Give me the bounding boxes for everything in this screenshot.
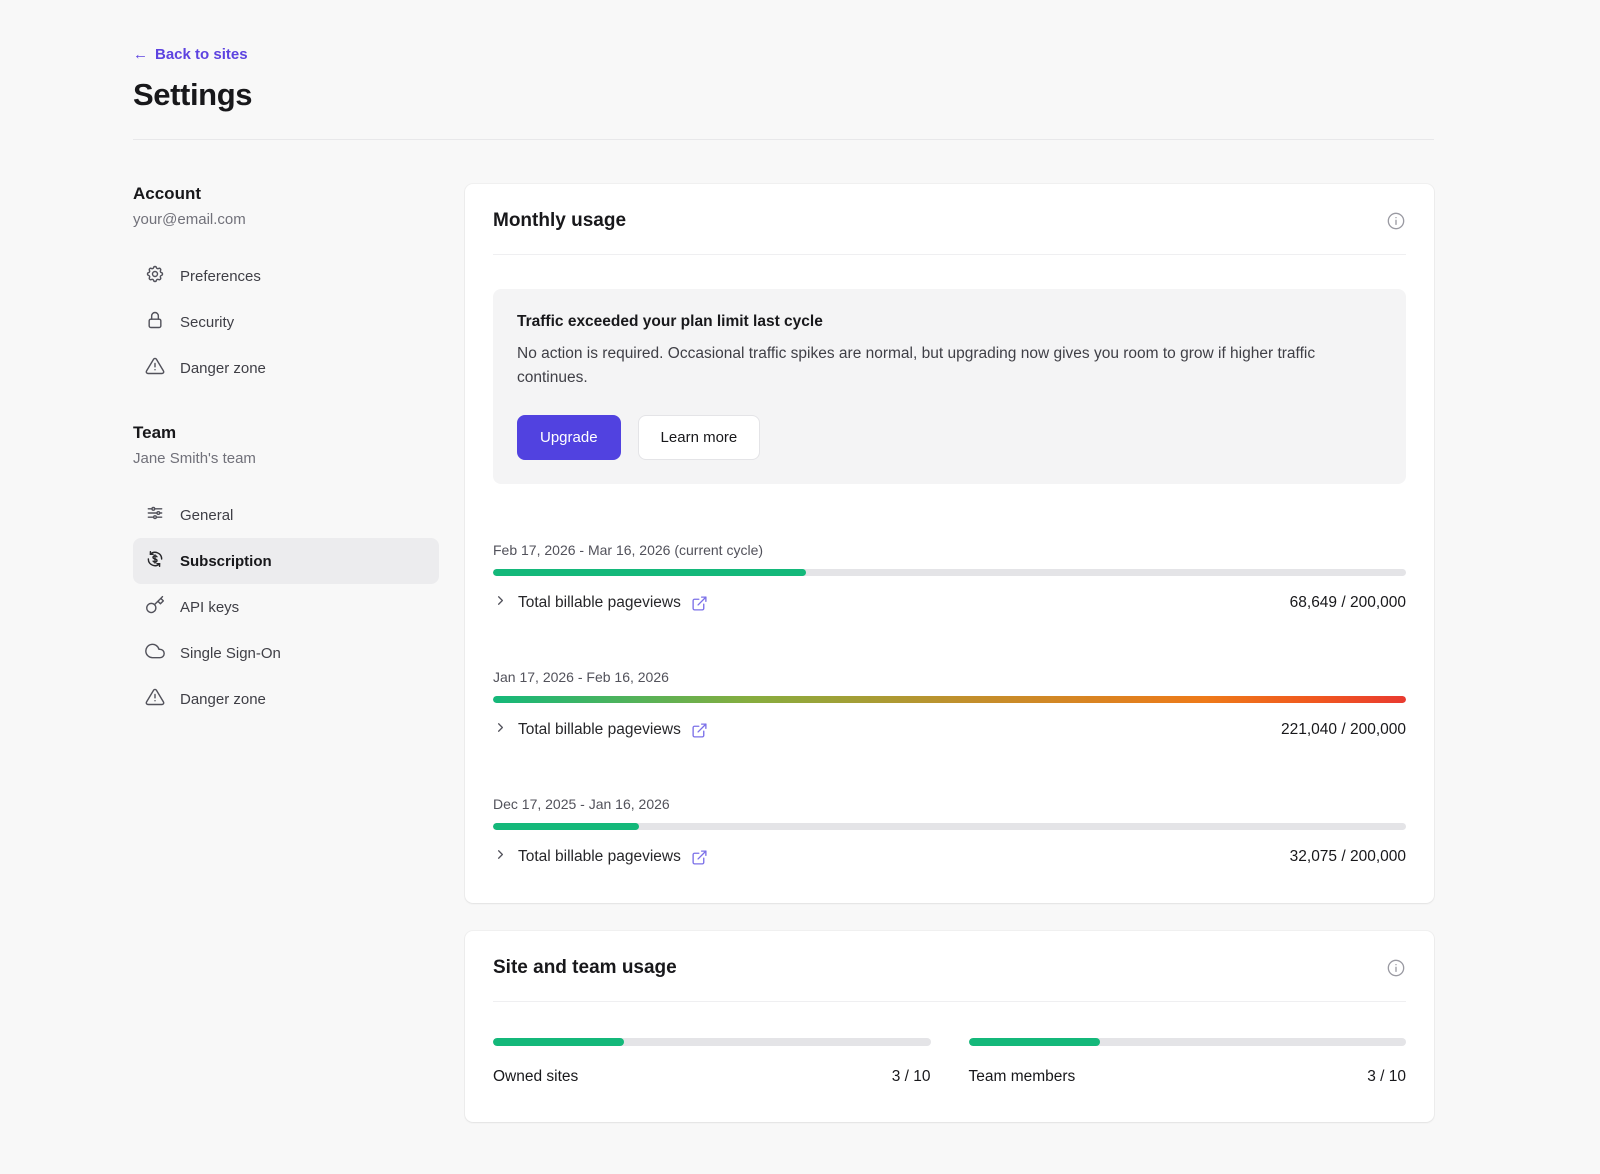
usage-progress-track	[493, 569, 1406, 576]
page-container: ← Back to sites Settings Account your@em…	[133, 0, 1434, 1174]
sidebar-item-label: Security	[180, 314, 234, 331]
page-header: ← Back to sites Settings	[133, 0, 1434, 140]
meter-value: 3 / 10	[892, 1068, 931, 1086]
site-team-usage-card: Site and team usage Owned sites 3 / 10	[465, 931, 1434, 1122]
chevron-right-icon	[493, 593, 508, 613]
sidebar-item-single-sign-on[interactable]: Single Sign-On	[133, 630, 439, 676]
back-to-sites-link[interactable]: ← Back to sites	[133, 46, 248, 63]
meter-value: 3 / 10	[1367, 1068, 1406, 1086]
external-link-icon[interactable]	[691, 595, 708, 612]
monthly-usage-card: Monthly usage Traffic exceeded your plan…	[465, 184, 1434, 903]
info-icon[interactable]	[1386, 211, 1406, 231]
chevron-right-icon	[493, 847, 508, 867]
external-link-icon[interactable]	[691, 849, 708, 866]
meter-track	[969, 1038, 1407, 1046]
cycle-period: Jan 17, 2026 - Feb 16, 2026	[493, 669, 1406, 685]
sidebar-item-preferences[interactable]: Preferences	[133, 253, 439, 299]
team-members-meter: Team members 3 / 10	[969, 1038, 1407, 1086]
usage-cycle-current: Feb 17, 2026 - Mar 16, 2026 (current cyc…	[493, 542, 1406, 613]
cloud-icon	[145, 641, 165, 665]
total-billable-pageviews-toggle[interactable]: Total billable pageviews	[493, 720, 708, 740]
card-divider	[493, 1001, 1406, 1002]
account-email: your@email.com	[133, 211, 439, 228]
meter-track	[493, 1038, 931, 1046]
cycle-period: Dec 17, 2025 - Jan 16, 2026	[493, 796, 1406, 812]
sidebar-item-label: Preferences	[180, 268, 261, 285]
team-heading: Team	[133, 423, 439, 443]
traffic-exceeded-notice: Traffic exceeded your plan limit last cy…	[493, 289, 1406, 484]
account-heading: Account	[133, 184, 439, 204]
usage-cycle-previous: Jan 17, 2026 - Feb 16, 2026 Total billab…	[493, 669, 1406, 740]
notice-body: No action is required. Occasional traffi…	[517, 342, 1382, 390]
cycle-period: Feb 17, 2026 - Mar 16, 2026 (current cyc…	[493, 542, 1406, 558]
metric-label: Total billable pageviews	[518, 848, 681, 866]
meter-fill	[493, 1038, 624, 1046]
sidebar-item-subscription[interactable]: Subscription	[133, 538, 439, 584]
team-section: Team Jane Smith's team General Subscript…	[133, 423, 439, 722]
lock-icon	[145, 310, 165, 334]
page-title: Settings	[133, 77, 1434, 113]
usage-progress-track	[493, 823, 1406, 830]
main-content: Monthly usage Traffic exceeded your plan…	[465, 184, 1434, 1122]
meter-label: Owned sites	[493, 1068, 578, 1086]
sidebar-item-label: Subscription	[180, 553, 272, 570]
usage-value: 32,075 / 200,000	[1290, 848, 1406, 866]
metric-label: Total billable pageviews	[518, 594, 681, 612]
total-billable-pageviews-toggle[interactable]: Total billable pageviews	[493, 847, 708, 867]
card-divider	[493, 254, 1406, 255]
sidebar-item-label: API keys	[180, 599, 239, 616]
upgrade-button[interactable]: Upgrade	[517, 415, 621, 460]
usage-progress-fill	[493, 569, 806, 576]
back-link-label: Back to sites	[155, 46, 248, 63]
key-icon	[145, 595, 165, 619]
team-name: Jane Smith's team	[133, 450, 439, 467]
sidebar-item-label: Single Sign-On	[180, 645, 281, 662]
meter-fill	[969, 1038, 1100, 1046]
chevron-right-icon	[493, 720, 508, 740]
gear-icon	[145, 264, 165, 288]
warning-triangle-icon	[145, 687, 165, 711]
sidebar-item-api-keys[interactable]: API keys	[133, 584, 439, 630]
usage-value: 68,649 / 200,000	[1290, 594, 1406, 612]
sidebar-item-account-danger-zone[interactable]: Danger zone	[133, 345, 439, 391]
external-link-icon[interactable]	[691, 722, 708, 739]
usage-progress-fill	[493, 823, 639, 830]
learn-more-button[interactable]: Learn more	[638, 415, 761, 460]
site-team-usage-title: Site and team usage	[493, 957, 677, 979]
settings-sidebar: Account your@email.com Preferences Secur…	[133, 184, 439, 1122]
sliders-icon	[145, 503, 165, 527]
info-icon[interactable]	[1386, 958, 1406, 978]
sidebar-item-security[interactable]: Security	[133, 299, 439, 345]
usage-value: 221,040 / 200,000	[1281, 721, 1406, 739]
usage-cycle-older: Dec 17, 2025 - Jan 16, 2026 Total billab…	[493, 796, 1406, 867]
sidebar-item-label: Danger zone	[180, 360, 266, 377]
owned-sites-meter: Owned sites 3 / 10	[493, 1038, 931, 1086]
total-billable-pageviews-toggle[interactable]: Total billable pageviews	[493, 593, 708, 613]
monthly-usage-title: Monthly usage	[493, 210, 626, 232]
metric-label: Total billable pageviews	[518, 721, 681, 739]
sidebar-item-general[interactable]: General	[133, 492, 439, 538]
notice-title: Traffic exceeded your plan limit last cy…	[517, 313, 1382, 331]
arrow-left-icon: ←	[133, 46, 148, 63]
sidebar-item-label: General	[180, 507, 233, 524]
account-section: Account your@email.com Preferences Secur…	[133, 184, 439, 391]
meter-label: Team members	[969, 1068, 1076, 1086]
dollar-refresh-icon	[145, 549, 165, 573]
warning-triangle-icon	[145, 356, 165, 380]
sidebar-item-team-danger-zone[interactable]: Danger zone	[133, 676, 439, 722]
usage-progress-track	[493, 696, 1406, 703]
sidebar-item-label: Danger zone	[180, 691, 266, 708]
usage-progress-fill-over-limit	[493, 696, 1406, 703]
